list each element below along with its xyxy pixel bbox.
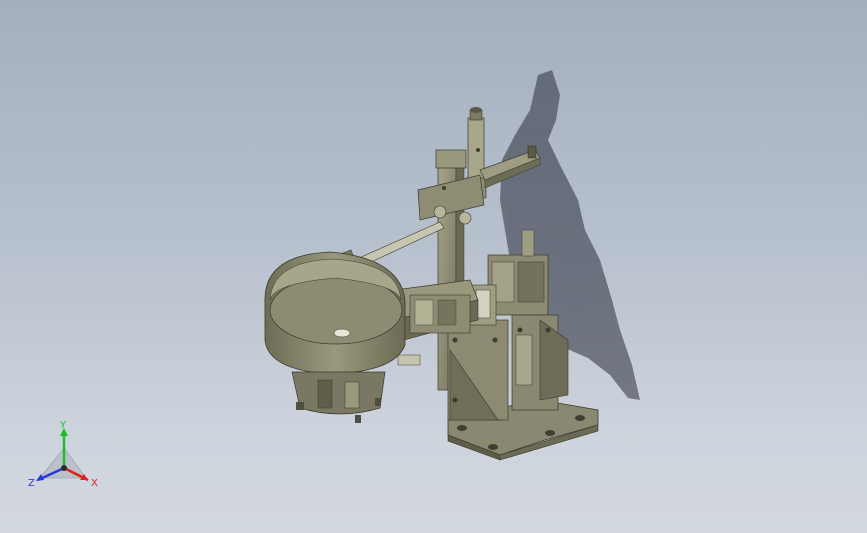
cad-model-assembly[interactable] [0,0,867,533]
triad-z-label: Z [28,478,35,489]
graphics-viewport[interactable]: X Y Z [0,0,867,533]
triad-x-label: X [91,478,98,489]
triad-origin [61,465,67,471]
triad-y-label: Y [59,420,67,431]
orientation-triad[interactable]: X Y Z [22,418,106,494]
vibratory-bowl[interactable] [264,251,406,423]
